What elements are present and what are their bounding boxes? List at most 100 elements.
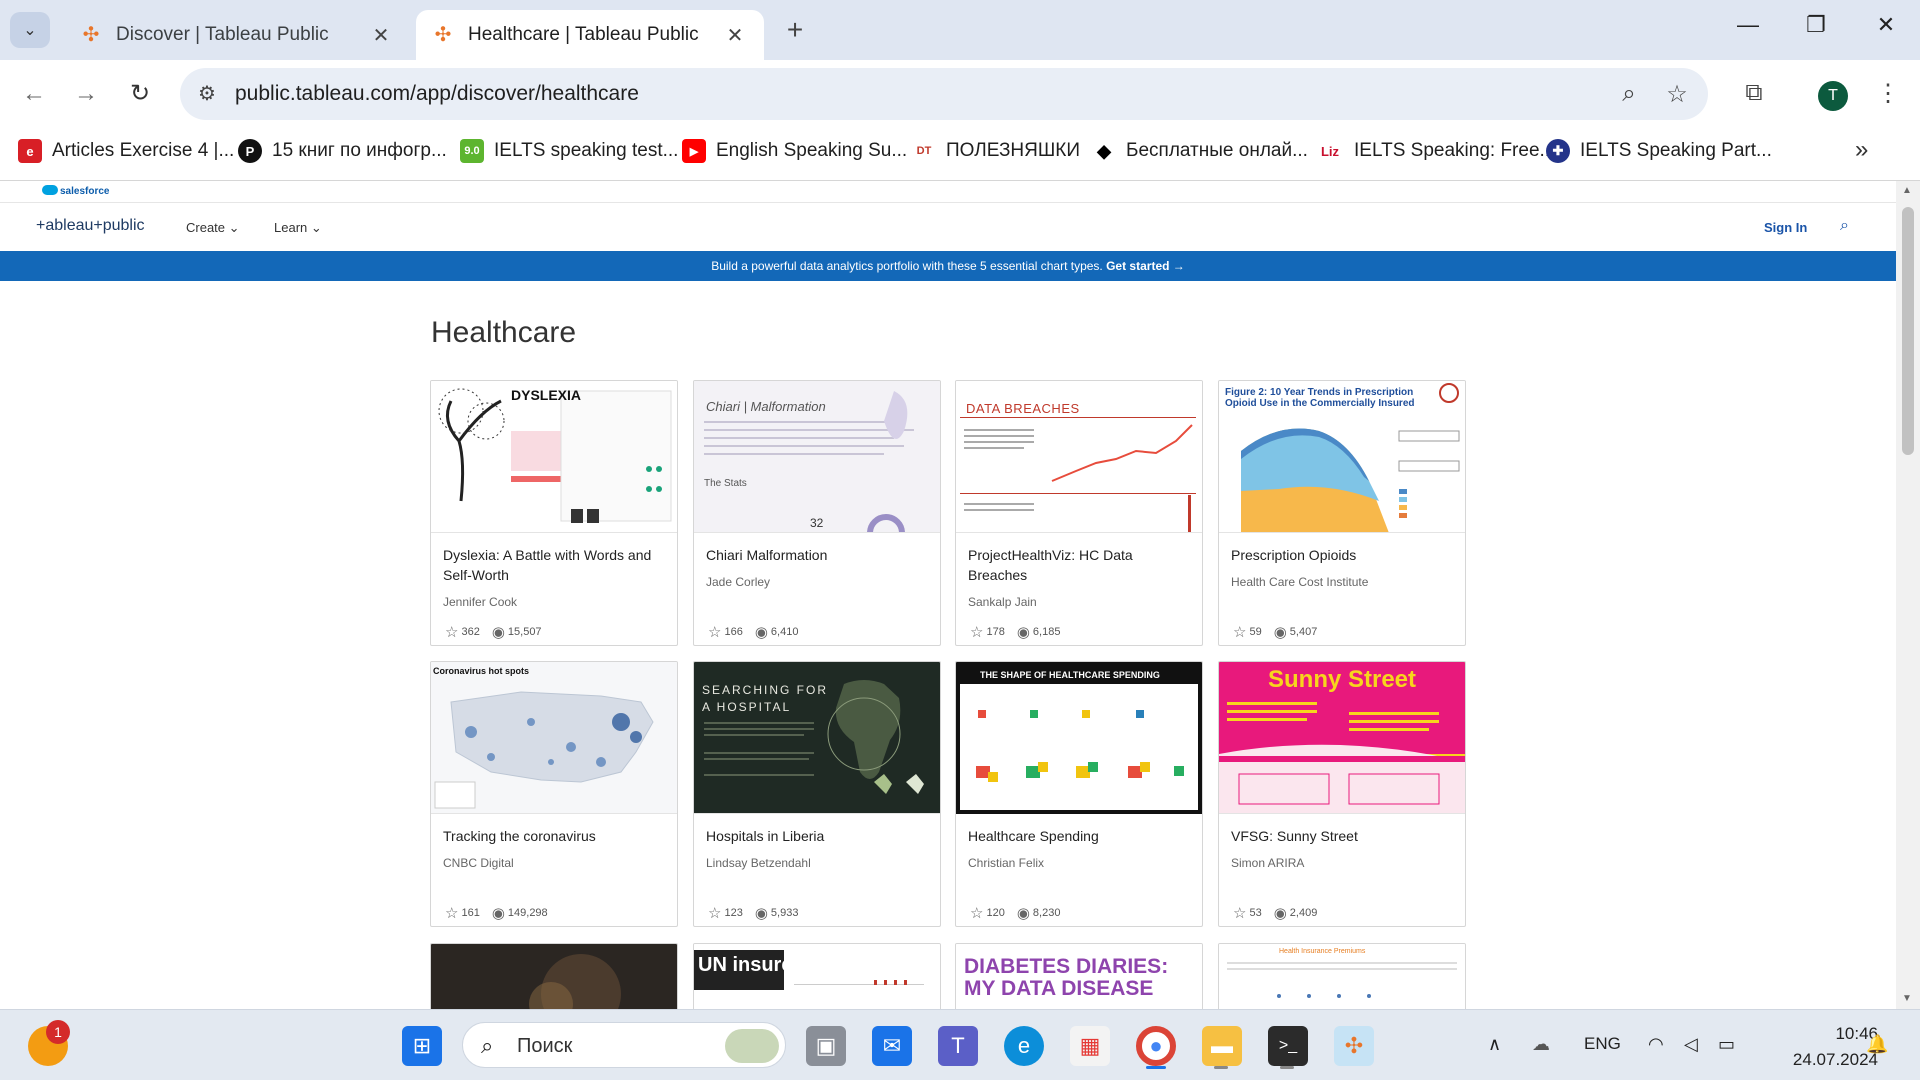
viz-card[interactable]: UN insured — [693, 943, 941, 1009]
store-icon[interactable]: ▦ — [1070, 1026, 1110, 1066]
viz-card[interactable]: The Stats 32 Chiari | Malformation Chiar… — [693, 380, 941, 646]
forward-button[interactable]: → — [70, 78, 102, 110]
chrome-icon[interactable]: ● — [1136, 1026, 1176, 1066]
windows-start-icon[interactable]: ⊞ — [402, 1026, 442, 1066]
bookmark-item[interactable]: DT ПОЛЕЗНЯШКИ — [912, 137, 1080, 165]
new-tab-button[interactable]: + — [780, 14, 810, 46]
teams-icon[interactable]: T — [938, 1026, 978, 1066]
bookmark-item[interactable]: ▶ English Speaking Su... — [682, 137, 907, 165]
close-window-button[interactable]: ✕ — [1866, 12, 1906, 38]
bookmark-item[interactable]: 9.0 IELTS speaking test... — [460, 137, 678, 165]
viz-card[interactable]: DIABETES DIARIES: MY DATA DISEASE — [955, 943, 1203, 1009]
card-author[interactable]: Simon ARIRA — [1231, 856, 1304, 870]
mail-icon[interactable]: ✉ — [872, 1026, 912, 1066]
scroll-up-icon[interactable]: ▲ — [1902, 185, 1912, 196]
card-title[interactable]: Prescription Opioids — [1231, 545, 1455, 565]
card-title[interactable]: Hospitals in Liberia — [706, 826, 930, 846]
star-icon[interactable]: ☆ — [708, 623, 721, 641]
tableau-app-icon[interactable]: ✣ — [1334, 1026, 1374, 1066]
card-title[interactable]: Healthcare Spending — [968, 826, 1192, 846]
tab-healthcare[interactable]: ✣ Healthcare | Tableau Public ✕ — [416, 10, 764, 60]
search-icon[interactable]: ⌕ — [1840, 217, 1849, 235]
card-title[interactable]: Chiari Malformation — [706, 545, 930, 565]
back-button[interactable]: ← — [18, 78, 50, 110]
bookmark-item[interactable]: ◆ Бесплатные онлай... — [1092, 137, 1308, 165]
card-author[interactable]: Jade Corley — [706, 575, 770, 589]
viz-card[interactable]: Coronavirus hot spots Tracking the coron… — [430, 661, 678, 927]
viz-thumbnail[interactable]: Coronavirus hot spots — [431, 662, 677, 814]
scroll-down-icon[interactable]: ▼ — [1902, 993, 1912, 1004]
card-title[interactable]: Tracking the coronavirus — [443, 826, 667, 846]
tab-discover[interactable]: ✣ Discover | Tableau Public ✕ — [64, 10, 410, 60]
card-author[interactable]: Jennifer Cook — [443, 595, 517, 609]
reload-button[interactable]: ↻ — [124, 78, 156, 110]
tray-overflow-icon[interactable]: ∧ — [1488, 1034, 1501, 1055]
viz-thumbnail[interactable]: Sunny Street — [1219, 662, 1465, 814]
language-indicator[interactable]: ENG — [1584, 1034, 1621, 1054]
card-title[interactable]: Dyslexia: A Battle with Words and Self-W… — [443, 545, 667, 585]
site-settings-icon[interactable]: ⚙ — [198, 81, 216, 106]
card-title[interactable]: VFSG: Sunny Street — [1231, 826, 1455, 846]
card-author[interactable]: Lindsay Betzendahl — [706, 856, 811, 870]
clock-date[interactable]: 24.07.2024 — [1766, 1050, 1878, 1070]
url-text[interactable]: public.tableau.com/app/discover/healthca… — [235, 82, 639, 106]
extensions-icon[interactable]: ⧉ — [1738, 79, 1770, 107]
viz-card[interactable]: DATA BREACHES ProjectHealthViz: HC Data … — [955, 380, 1203, 646]
viz-card[interactable]: Sunny Street VFSG: Sunny Street Simon AR… — [1218, 661, 1466, 927]
star-icon[interactable]: ☆ — [970, 623, 983, 641]
bookmark-item[interactable]: e Articles Exercise 4 |... — [18, 137, 234, 165]
edge-icon[interactable]: e — [1004, 1026, 1044, 1066]
viz-card[interactable]: Figure 2: 10 Year Trends in Prescription… — [1218, 380, 1466, 646]
banner-link[interactable]: Get started → — [1106, 259, 1185, 273]
onedrive-icon[interactable]: ☁ — [1532, 1034, 1550, 1055]
viz-thumbnail[interactable]: Health Insurance Premiums — [1219, 944, 1465, 1009]
tab-search-button[interactable]: ⌄ — [10, 12, 50, 48]
star-icon[interactable]: ☆ — [708, 904, 721, 922]
viz-thumbnail[interactable]: SEARCHING FOR A HOSPITAL — [694, 662, 940, 814]
page-scrollbar[interactable]: ▲ ▼ — [1896, 181, 1920, 1009]
address-bar[interactable]: ⚙ public.tableau.com/app/discover/health… — [180, 68, 1708, 120]
task-view-icon[interactable]: ▣ — [806, 1026, 846, 1066]
viz-thumbnail[interactable]: DATA BREACHES — [956, 381, 1202, 533]
viz-thumbnail[interactable]: Figure 2: 10 Year Trends in Prescription… — [1219, 381, 1465, 533]
menu-dots-icon[interactable]: ⋮ — [1872, 79, 1904, 108]
star-icon[interactable]: ☆ — [970, 904, 983, 922]
notification-bell-icon[interactable]: 🔔 — [1866, 1034, 1888, 1055]
volume-icon[interactable]: ◁ — [1684, 1034, 1698, 1055]
battery-icon[interactable]: ▭ — [1718, 1034, 1735, 1055]
scrollbar-thumb[interactable] — [1902, 207, 1914, 455]
viz-thumbnail[interactable]: UN insured — [694, 944, 940, 1009]
viz-thumbnail[interactable]: DYSLEXIA — [431, 381, 677, 533]
close-icon[interactable]: ✕ — [370, 23, 392, 48]
star-icon[interactable]: ☆ — [1233, 623, 1246, 641]
nav-learn[interactable]: Learn ⌄ — [274, 220, 322, 236]
sign-in-link[interactable]: Sign In — [1764, 220, 1807, 235]
bookmarks-overflow-icon[interactable]: » — [1855, 136, 1868, 164]
star-icon[interactable]: ☆ — [445, 904, 458, 922]
bookmark-item[interactable]: P 15 книг по инфогр... — [238, 137, 447, 165]
card-author[interactable]: Christian Felix — [968, 856, 1044, 870]
card-title[interactable]: ProjectHealthViz: HC Data Breaches — [968, 545, 1192, 585]
terminal-icon[interactable]: >_ — [1268, 1026, 1308, 1066]
card-author[interactable]: Health Care Cost Institute — [1231, 575, 1368, 589]
viz-card[interactable]: Health Insurance Premiums — [1218, 943, 1466, 1009]
viz-thumbnail[interactable]: DIABETES DIARIES: MY DATA DISEASE — [956, 944, 1202, 1009]
tableau-public-logo[interactable]: +ableau+public — [36, 217, 145, 235]
star-icon[interactable]: ☆ — [1233, 904, 1246, 922]
card-author[interactable]: Sankalp Jain — [968, 595, 1037, 609]
salesforce-logo[interactable]: salesforce — [36, 185, 116, 199]
wifi-icon[interactable]: ◠ — [1648, 1034, 1664, 1055]
viz-thumbnail[interactable]: The Stats 32 Chiari | Malformation — [694, 381, 940, 533]
bookmark-star-icon[interactable]: ☆ — [1662, 80, 1692, 109]
minimize-button[interactable]: — — [1728, 12, 1768, 38]
close-icon[interactable]: ✕ — [724, 23, 746, 48]
star-icon[interactable]: ☆ — [445, 623, 458, 641]
viz-card[interactable] — [430, 943, 678, 1009]
viz-card[interactable]: THE SHAPE OF HEALTHCARE SPENDING Healthc… — [955, 661, 1203, 927]
viz-card[interactable]: SEARCHING FOR A HOSPITAL Hospitals in Li… — [693, 661, 941, 927]
taskbar-search[interactable]: ⌕ Поиск — [462, 1022, 786, 1068]
file-explorer-icon[interactable]: ▬ — [1202, 1026, 1242, 1066]
zoom-icon[interactable]: ⌕ — [1614, 80, 1644, 108]
nav-create[interactable]: Create ⌄ — [186, 220, 240, 236]
viz-thumbnail[interactable]: THE SHAPE OF HEALTHCARE SPENDING — [956, 662, 1202, 814]
